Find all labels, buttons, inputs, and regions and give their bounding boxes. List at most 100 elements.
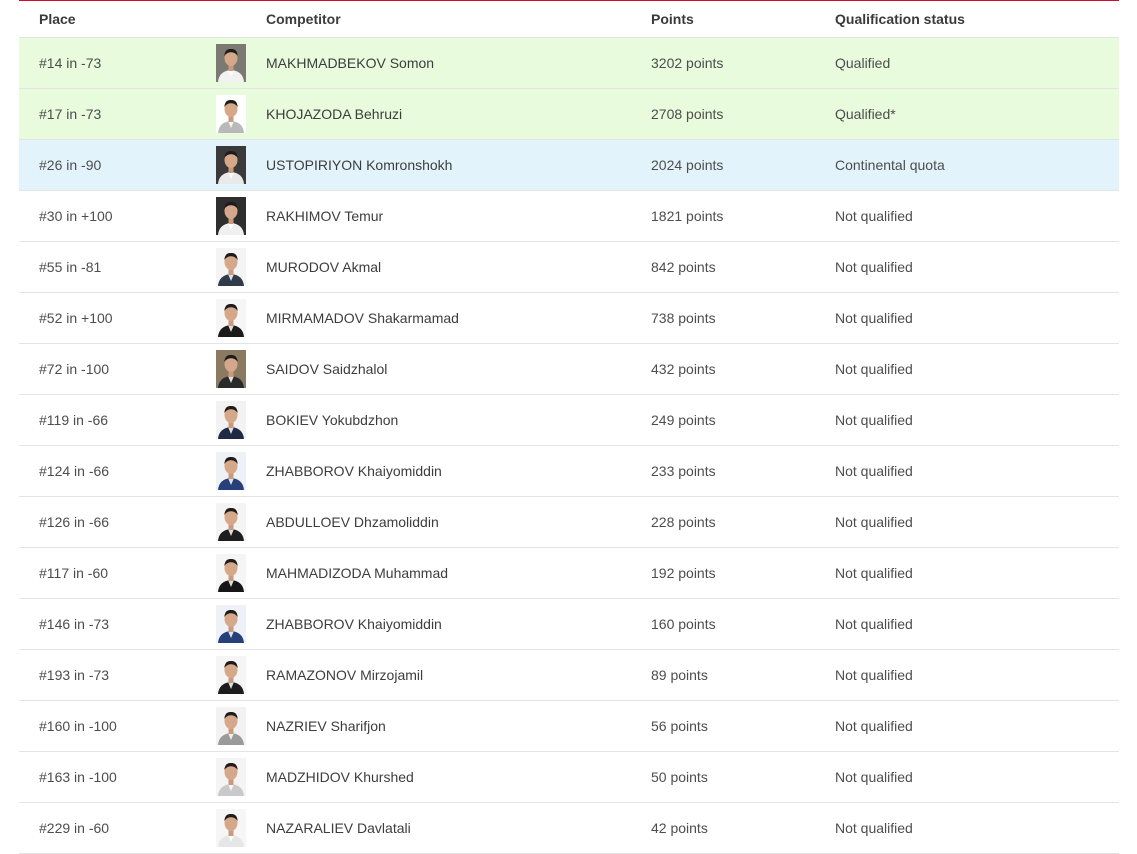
competitor-avatar[interactable] <box>216 350 246 388</box>
table-row[interactable]: #160 in -100 NAZRIEV Sharifjon 56 points No… <box>19 701 1119 752</box>
row-qualification-status: Not qualified <box>835 565 913 581</box>
row-place: #163 in -100 <box>39 769 117 785</box>
row-qualification-status: Not qualified <box>835 769 913 785</box>
row-qualification-status: Qualified <box>835 55 891 71</box>
competitor-name-link[interactable]: RAKHIMOV Temur <box>266 208 651 224</box>
competitor-name-link[interactable]: MAHMADIZODA Muhammad <box>266 565 651 581</box>
competitor-avatar[interactable] <box>216 401 246 439</box>
row-place: #126 in -66 <box>39 514 110 530</box>
table-header-row: Place Competitor Points Qualification st… <box>19 1 1119 38</box>
row-points: 249 points <box>651 412 716 428</box>
competitor-name-link[interactable]: MIRMAMADOV Shakarmamad <box>266 310 651 326</box>
competitor-name-link[interactable]: NAZRIEV Sharifjon <box>266 718 651 734</box>
header-points[interactable]: Points <box>651 11 835 27</box>
competitor-avatar[interactable] <box>216 44 246 82</box>
row-place: #30 in +100 <box>39 208 113 224</box>
header-qualification-status[interactable]: Qualification status <box>835 11 1119 27</box>
table-row[interactable]: #26 in -90 USTOPIRIYON Komronshokh 2024 po… <box>19 140 1119 191</box>
competitor-name-link[interactable]: BOKIEV Yokubdzhon <box>266 412 651 428</box>
row-qualification-status: Not qualified <box>835 718 913 734</box>
row-qualification-status: Not qualified <box>835 259 913 275</box>
header-competitor[interactable]: Competitor <box>266 11 651 27</box>
row-qualification-status: Not qualified <box>835 616 913 632</box>
competitor-name-link[interactable]: ZHABBOROV Khaiyomiddin <box>266 616 651 632</box>
competitor-avatar[interactable] <box>216 707 246 745</box>
competitor-name-link[interactable]: SAIDOV Saidzhalol <box>266 361 651 377</box>
competitor-avatar[interactable] <box>216 146 246 184</box>
table-row[interactable]: #229 in -60 NAZARALIEV Davlatali 42 points… <box>19 803 1119 854</box>
row-photo-cell <box>216 248 266 286</box>
row-qualification-status: Not qualified <box>835 463 913 479</box>
competitor-avatar[interactable] <box>216 656 246 694</box>
table-row[interactable]: #117 in -60 MAHMADIZODA Muhammad 192 point… <box>19 548 1119 599</box>
table-row[interactable]: #52 in +100 MIRMAMADOV Shakarmamad 738 poi… <box>19 293 1119 344</box>
table-row[interactable]: #163 in -100 MADZHIDOV Khurshed 50 points N… <box>19 752 1119 803</box>
row-place: #160 in -100 <box>39 718 117 734</box>
row-points: 842 points <box>651 259 716 275</box>
competitor-name-link[interactable]: NAZARALIEV Davlatali <box>266 820 651 836</box>
competitor-avatar[interactable] <box>216 248 246 286</box>
row-photo-cell <box>216 452 266 490</box>
row-place: #26 in -90 <box>39 157 102 173</box>
competitor-avatar[interactable] <box>216 809 246 847</box>
competitor-name-link[interactable]: KHOJAZODA Behruzi <box>266 106 651 122</box>
competitor-avatar[interactable] <box>216 758 246 796</box>
row-points: 2024 points <box>651 157 724 173</box>
row-qualification-status: Not qualified <box>835 361 913 377</box>
row-qualification-status: Not qualified <box>835 310 913 326</box>
table-row[interactable]: #14 in -73 MAKHMADBEKOV Somon 3202 points Q… <box>19 38 1119 89</box>
row-points: 432 points <box>651 361 716 377</box>
row-qualification-status: Not qualified <box>835 667 913 683</box>
row-points: 1821 points <box>651 208 724 224</box>
row-place: #146 in -73 <box>39 616 110 632</box>
table-row[interactable]: #193 in -73 RAMAZONOV Mirzojamil 89 points… <box>19 650 1119 701</box>
competitor-avatar[interactable] <box>216 452 246 490</box>
competitor-name-link[interactable]: MAKHMADBEKOV Somon <box>266 55 651 71</box>
competitor-name-link[interactable]: ABDULLOEV Dhzamoliddin <box>266 514 651 530</box>
competitor-avatar[interactable] <box>216 554 246 592</box>
row-points: 56 points <box>651 718 708 734</box>
row-photo-cell <box>216 350 266 388</box>
table-body: #14 in -73 MAKHMADBEKOV Somon 3202 points Q… <box>19 38 1119 854</box>
row-place: #124 in -66 <box>39 463 110 479</box>
row-photo-cell <box>216 95 266 133</box>
row-points: 42 points <box>651 820 708 836</box>
competitor-avatar[interactable] <box>216 197 246 235</box>
competitor-name-link[interactable]: RAMAZONOV Mirzojamil <box>266 667 651 683</box>
competitor-avatar[interactable] <box>216 605 246 643</box>
competitor-name-link[interactable]: ZHABBOROV Khaiyomiddin <box>266 463 651 479</box>
row-photo-cell <box>216 707 266 745</box>
row-photo-cell <box>216 605 266 643</box>
competitor-avatar[interactable] <box>216 299 246 337</box>
table-row[interactable]: #55 in -81 MURODOV Akmal 842 points Not qua… <box>19 242 1119 293</box>
row-photo-cell <box>216 299 266 337</box>
row-photo-cell <box>216 401 266 439</box>
table-row[interactable]: #72 in -100 SAIDOV Saidzhalol 432 points No… <box>19 344 1119 395</box>
competitor-avatar[interactable] <box>216 503 246 541</box>
row-points: 89 points <box>651 667 708 683</box>
row-photo-cell <box>216 656 266 694</box>
row-place: #193 in -73 <box>39 667 110 683</box>
row-place: #72 in -100 <box>39 361 110 377</box>
header-place[interactable]: Place <box>19 11 216 27</box>
row-points: 192 points <box>651 565 716 581</box>
row-photo-cell <box>216 503 266 541</box>
row-qualification-status: Not qualified <box>835 412 913 428</box>
table-row[interactable]: #126 in -66 ABDULLOEV Dhzamoliddin 228 poi… <box>19 497 1119 548</box>
table-row[interactable]: #17 in -73 KHOJAZODA Behruzi 2708 points Qu… <box>19 89 1119 140</box>
table-row[interactable]: #146 in -73 ZHABBOROV Khaiyomiddin 160 poi… <box>19 599 1119 650</box>
row-place: #14 in -73 <box>39 55 102 71</box>
row-points: 3202 points <box>651 55 724 71</box>
competitor-name-link[interactable]: MURODOV Akmal <box>266 259 651 275</box>
competitor-avatar[interactable] <box>216 95 246 133</box>
table-row[interactable]: #124 in -66 ZHABBOROV Khaiyomiddin 233 poi… <box>19 446 1119 497</box>
row-qualification-status: Continental quota <box>835 157 945 173</box>
table-row[interactable]: #30 in +100 RAKHIMOV Temur 1821 points Not … <box>19 191 1119 242</box>
row-points: 233 points <box>651 463 716 479</box>
ranking-table: Place Competitor Points Qualification st… <box>19 1 1119 854</box>
competitor-name-link[interactable]: USTOPIRIYON Komronshokh <box>266 157 651 173</box>
competitor-name-link[interactable]: MADZHIDOV Khurshed <box>266 769 651 785</box>
row-place: #117 in -60 <box>39 565 109 581</box>
table-row[interactable]: #119 in -66 BOKIEV Yokubdzhon 249 points No… <box>19 395 1119 446</box>
row-points: 50 points <box>651 769 708 785</box>
